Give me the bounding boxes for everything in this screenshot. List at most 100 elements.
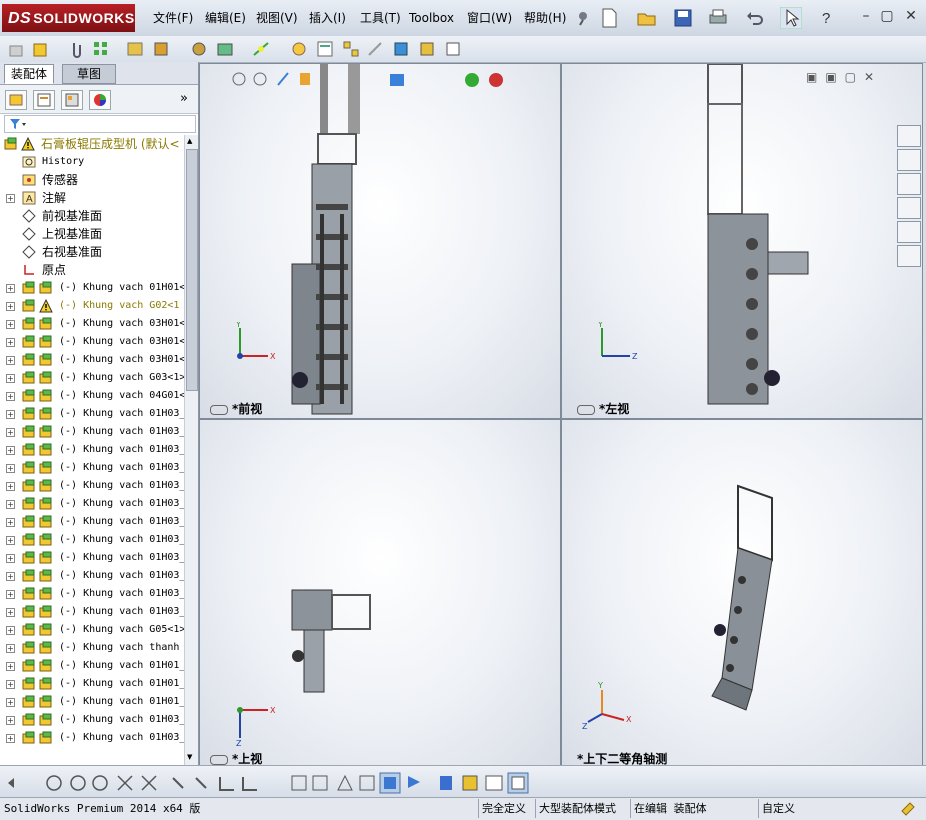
link-views-icon[interactable] [210, 404, 228, 415]
insert-component-icon[interactable] [32, 40, 50, 58]
tree-component[interactable]: + (-) Khung vach 01H03_4< [0, 711, 184, 729]
instant3d-icon[interactable] [444, 40, 462, 58]
expand-toggle-icon[interactable]: + [6, 698, 15, 707]
tab-assembly[interactable]: 装配体 [4, 64, 55, 84]
open-folder-icon[interactable] [637, 8, 657, 28]
tree-scrollbar[interactable]: ▲ ▼ [184, 135, 198, 765]
feature-manager-tree-icon[interactable] [5, 90, 27, 110]
expand-toggle-icon[interactable]: + [6, 338, 15, 347]
expand-toggle-icon[interactable]: + [6, 464, 15, 473]
tree-component[interactable]: + (-) Khung vach 01H03_4< [0, 585, 184, 603]
tree-item-origin[interactable]: 原点 [0, 261, 184, 279]
show-hidden-icon[interactable] [190, 40, 208, 58]
expand-toggle-icon[interactable]: + [6, 644, 15, 653]
menu-view[interactable]: 视图(V) [256, 10, 298, 26]
menu-window[interactable]: 窗口(W) [467, 10, 512, 26]
sketch-tools-icons[interactable] [8, 772, 538, 794]
tree-component[interactable]: + (-) Khung vach 01H03_4< [0, 531, 184, 549]
tree-component[interactable]: + (-) Khung vach 03H01<1> [0, 315, 184, 333]
assembly-features-icon[interactable] [216, 40, 234, 58]
tree-component[interactable]: + (-) Khung vach 01H01_20 [0, 675, 184, 693]
tree-component[interactable]: + (-) Khung vach 01H03_4< [0, 603, 184, 621]
tree-component[interactable]: + (-) Khung vach 01H03_4< [0, 405, 184, 423]
design-library-icon[interactable] [897, 149, 921, 171]
link-views-icon[interactable] [577, 404, 595, 415]
tree-component[interactable]: + (-) Khung vach 03H01<2> [0, 333, 184, 351]
expand-toggle-icon[interactable]: + [6, 536, 15, 545]
tree-filter-input[interactable] [4, 115, 196, 133]
tree-component[interactable]: + (-) Khung vach 01H01<1> [0, 279, 184, 297]
tree-item-plane[interactable]: 前视基准面 [0, 207, 184, 225]
expand-toggle-icon[interactable]: + [6, 680, 15, 689]
tree-item-annotation[interactable]: + A 注解 [0, 189, 184, 207]
tab-sketch[interactable]: 草图 [62, 64, 116, 84]
expand-toggle-icon[interactable]: + [6, 428, 15, 437]
expand-toggle-icon[interactable]: + [6, 716, 15, 725]
tree-component[interactable]: + (-) Khung vach 01H03_4< [0, 567, 184, 585]
menu-edit[interactable]: 编辑(E) [205, 10, 246, 26]
link-views-icon[interactable] [210, 754, 228, 765]
menu-insert[interactable]: 插入(I) [309, 10, 346, 26]
exploded-view-icon[interactable] [342, 40, 360, 58]
linear-pattern-icon[interactable] [92, 40, 110, 58]
tree-root-assembly[interactable]: 石膏板辊压成型机 (默认< [0, 135, 184, 153]
scroll-up-icon[interactable]: ▲ [187, 137, 192, 145]
new-motion-study-icon[interactable] [290, 40, 308, 58]
viewport-left[interactable]: YZ *左视 ▣▣▢✕ [561, 63, 923, 419]
scroll-down-icon[interactable]: ▼ [187, 753, 192, 761]
help-question-icon[interactable]: ? [818, 8, 838, 28]
tree-item-history[interactable]: History [0, 153, 184, 171]
tree-component[interactable]: + (-) Khung vach 01H01_20 [0, 657, 184, 675]
move-component-icon[interactable] [152, 40, 170, 58]
tree-component[interactable]: + (-) Khung vach 01H03_4< [0, 729, 184, 747]
tree-component[interactable]: + (-) Khung vach 01H03_4< [0, 477, 184, 495]
tree-component[interactable]: + (-) Khung vach 01H03_4< [0, 549, 184, 567]
expand-toggle-icon[interactable]: + [6, 302, 15, 311]
file-explorer-icon[interactable] [897, 173, 921, 195]
tree-component[interactable]: + (-) Khung vach 01H03_4< [0, 495, 184, 513]
close-button[interactable]: ✕ [903, 8, 919, 24]
expand-toggle-icon[interactable]: + [6, 194, 15, 203]
expand-toggle-icon[interactable]: + [6, 518, 15, 527]
menu-toolbox[interactable]: Toolbox [409, 10, 454, 26]
scroll-thumb[interactable] [186, 149, 198, 391]
expand-toggle-icon[interactable]: + [6, 356, 15, 365]
rebuild-icon[interactable] [900, 801, 916, 817]
minimize-button[interactable]: – [858, 8, 874, 24]
tree-component[interactable]: + (-) Khung vach 03H01<3> [0, 351, 184, 369]
tree-component[interactable]: + (-) Khung vach 01H03_4< [0, 513, 184, 531]
save-icon[interactable] [673, 8, 693, 28]
appearances-icon[interactable] [897, 221, 921, 243]
tree-component[interactable]: + (-) Khung vach G05<1> ( [0, 621, 184, 639]
select-cursor-icon[interactable] [780, 7, 802, 29]
property-manager-icon[interactable] [33, 90, 55, 110]
expand-toggle-icon[interactable]: + [6, 392, 15, 401]
menu-tools[interactable]: 工具(T) [360, 10, 401, 26]
explode-line-sketch-icon[interactable] [366, 40, 384, 58]
view-palette-icon[interactable] [897, 197, 921, 219]
expand-toggle-icon[interactable]: + [6, 482, 15, 491]
tree-component[interactable]: + (-) Khung vach thanh ng [0, 639, 184, 657]
viewport-front[interactable]: YX *前视 [199, 63, 561, 419]
solidworks-logo[interactable]: DS SOLIDWORKS [2, 4, 135, 32]
reference-geometry-icon[interactable] [252, 40, 270, 58]
expand-panel-icon[interactable]: » [180, 91, 188, 106]
expand-toggle-icon[interactable]: + [6, 662, 15, 671]
smart-fasteners-icon[interactable] [126, 40, 144, 58]
print-icon[interactable] [707, 8, 729, 28]
expand-toggle-icon[interactable]: + [6, 284, 15, 293]
viewport-isometric[interactable]: YXZ *上下二等角轴测 [561, 419, 923, 767]
tree-component[interactable]: + (-) Khung vach 04G01<1> [0, 387, 184, 405]
tree-item-plane[interactable]: 右视基准面 [0, 243, 184, 261]
expand-toggle-icon[interactable]: + [6, 626, 15, 635]
bill-of-materials-icon[interactable] [316, 40, 334, 58]
viewport-window-controls[interactable]: ▣▣▢✕ [806, 70, 882, 84]
configuration-manager-icon[interactable] [61, 90, 83, 110]
expand-toggle-icon[interactable]: + [6, 446, 15, 455]
new-document-icon[interactable] [600, 8, 618, 28]
expand-toggle-icon[interactable]: + [6, 500, 15, 509]
heads-up-view-toolbar[interactable] [230, 70, 520, 90]
tree-component[interactable]: + (-) Khung vach G03<1> ( [0, 369, 184, 387]
status-units[interactable]: 自定义 [758, 799, 895, 818]
solidworks-resources-icon[interactable] [897, 125, 921, 147]
